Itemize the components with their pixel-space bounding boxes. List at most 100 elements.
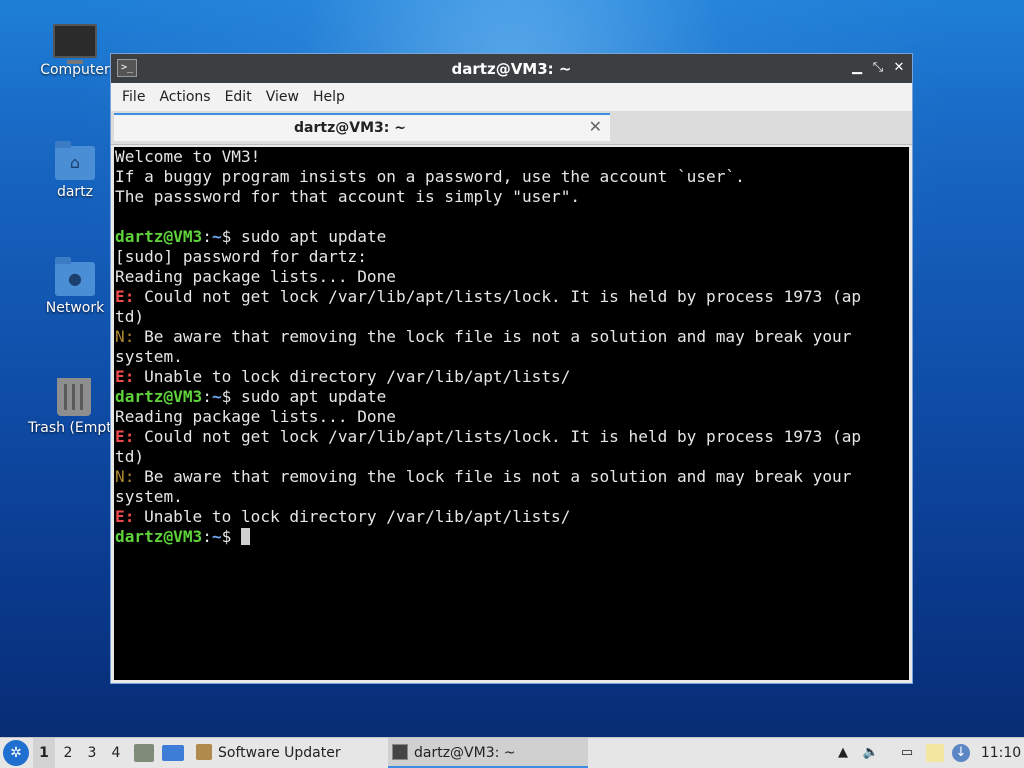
terminal-line: If a buggy program insists on a password… (115, 167, 909, 187)
menu-actions[interactable]: Actions (152, 89, 217, 105)
terminal-line: E: Unable to lock directory /var/lib/apt… (115, 367, 909, 387)
message-text: Could not get lock /var/lib/apt/lists/lo… (134, 427, 862, 446)
clipboard-icon[interactable] (926, 744, 944, 762)
start-menu-button[interactable]: ✲ (3, 740, 29, 766)
terminal-line: system. (115, 347, 909, 367)
output-text: Welcome to VM3! (115, 147, 261, 166)
terminal-line: [sudo] password for dartz: (115, 247, 909, 267)
terminal-line: system. (115, 487, 909, 507)
prompt-path: ~ (211, 227, 222, 246)
prompt-symbol: $ (221, 227, 242, 246)
error-tag: E: (115, 287, 135, 306)
terminal-line: E: Unable to lock directory /var/lib/apt… (115, 507, 909, 527)
prompt-user: dartz@VM3 (115, 227, 203, 246)
tab-bar: dartz@VM3: ~ ✕ (111, 111, 912, 145)
terminal-line: E: Could not get lock /var/lib/apt/lists… (115, 287, 909, 307)
maximize-button[interactable]: ⤡ (869, 58, 887, 78)
tab-close-button[interactable]: ✕ (589, 117, 602, 136)
output-text: system. (115, 487, 183, 506)
terminal-line: Reading package lists... Done (115, 407, 909, 427)
terminal-line: Welcome to VM3! (115, 147, 909, 167)
tab-terminal[interactable]: dartz@VM3: ~ ✕ (114, 113, 610, 141)
file-manager-icon[interactable] (134, 744, 154, 762)
terminal-output[interactable]: Welcome to VM3! If a buggy program insist… (114, 147, 909, 680)
terminal-line: Reading package lists... Done (115, 267, 909, 287)
terminal-window: >_ dartz@VM3: ~ ▁ ⤡ ✕ File Actions Edit … (110, 53, 913, 684)
prompt-symbol: $ (221, 387, 242, 406)
tray-arrow-icon[interactable]: ▲ (834, 744, 852, 762)
taskbar: ✲ 1 2 3 4 Software Updater dartz@VM3: ~ … (0, 737, 1024, 768)
menu-edit[interactable]: Edit (218, 89, 259, 105)
trash-icon (57, 378, 91, 416)
menu-bar: File Actions Edit View Help (111, 83, 912, 111)
minimize-button[interactable]: ▁ (848, 58, 866, 78)
message-text: Unable to lock directory /var/lib/apt/li… (134, 507, 571, 526)
output-text: td) (115, 447, 145, 466)
note-tag: N: (115, 467, 135, 486)
network-tray-icon[interactable]: ▭ (898, 744, 916, 762)
terminal-line: E: Could not get lock /var/lib/apt/lists… (115, 427, 909, 447)
menu-file[interactable]: File (115, 89, 152, 105)
show-desktop-icon[interactable] (162, 745, 184, 761)
output-text: If a buggy program insists on a password… (115, 167, 745, 186)
command-text: sudo apt update (241, 227, 387, 246)
text-cursor (241, 528, 251, 545)
terminal-line: N: Be aware that removing the lock file … (115, 467, 909, 487)
volume-icon[interactable]: 🔈 (862, 744, 880, 762)
output-text: td) (115, 307, 145, 326)
desktop-icon-label: Network (45, 300, 105, 316)
computer-icon (53, 24, 97, 64)
error-tag: E: (115, 507, 135, 526)
output-text: Reading package lists... Done (115, 407, 396, 426)
terminal-line: dartz@VM3:~$ (115, 527, 909, 547)
prompt-separator: : (202, 387, 212, 406)
terminal-line: The passsword for that account is simply… (115, 187, 909, 207)
desktop-icon-label: dartz (56, 184, 94, 200)
update-notifier-icon[interactable]: ↓ (952, 744, 970, 762)
window-title: dartz@VM3: ~ (451, 60, 572, 78)
note-tag: N: (115, 327, 135, 346)
prompt-user: dartz@VM3 (115, 527, 203, 546)
prompt-path: ~ (211, 387, 222, 406)
task-label: dartz@VM3: ~ (414, 745, 516, 761)
error-tag: E: (115, 427, 135, 446)
workspace-2[interactable]: 2 (57, 738, 79, 768)
workspace-4[interactable]: 4 (105, 738, 127, 768)
terminal-line: td) (115, 447, 909, 467)
terminal-line: dartz@VM3:~$ sudo apt update (115, 387, 909, 407)
task-terminal[interactable]: dartz@VM3: ~ (388, 738, 588, 768)
menu-view[interactable]: View (259, 89, 306, 105)
output-text: Reading package lists... Done (115, 267, 396, 286)
lxqt-logo-icon: ✲ (10, 745, 22, 761)
output-text: system. (115, 347, 183, 366)
task-software-updater[interactable]: Software Updater (192, 738, 408, 768)
menu-help[interactable]: Help (306, 89, 352, 105)
workspace-3[interactable]: 3 (81, 738, 103, 768)
close-button[interactable]: ✕ (890, 58, 908, 78)
desktop-icon-computer[interactable]: Computer (27, 24, 123, 78)
message-text: Unable to lock directory /var/lib/apt/li… (134, 367, 571, 386)
workspace-1[interactable]: 1 (33, 738, 55, 768)
message-text: Be aware that removing the lock file is … (134, 467, 852, 486)
task-label: Software Updater (218, 745, 341, 761)
tab-label: dartz@VM3: ~ (294, 120, 406, 136)
clock[interactable]: 11:10 (980, 738, 1022, 768)
terminal-line: N: Be aware that removing the lock file … (115, 327, 909, 347)
prompt-separator: : (202, 227, 212, 246)
output-text: The passsword for that account is simply… (115, 187, 581, 206)
output-text: [sudo] password for dartz: (115, 247, 367, 266)
desktop-icon-network[interactable]: ● Network (27, 257, 123, 316)
desktop-icon-home[interactable]: ⌂ dartz (27, 141, 123, 200)
terminal-icon (392, 744, 408, 760)
package-icon (196, 744, 212, 760)
prompt-symbol: $ (221, 527, 242, 546)
message-text: Be aware that removing the lock file is … (134, 327, 852, 346)
window-titlebar[interactable]: >_ dartz@VM3: ~ ▁ ⤡ ✕ (111, 54, 912, 83)
error-tag: E: (115, 367, 135, 386)
command-text: sudo apt update (241, 387, 387, 406)
terminal-line: dartz@VM3:~$ sudo apt update (115, 227, 909, 247)
prompt-path: ~ (211, 527, 222, 546)
prompt-separator: : (202, 527, 212, 546)
desktop-icon-label: Computer (40, 62, 110, 78)
